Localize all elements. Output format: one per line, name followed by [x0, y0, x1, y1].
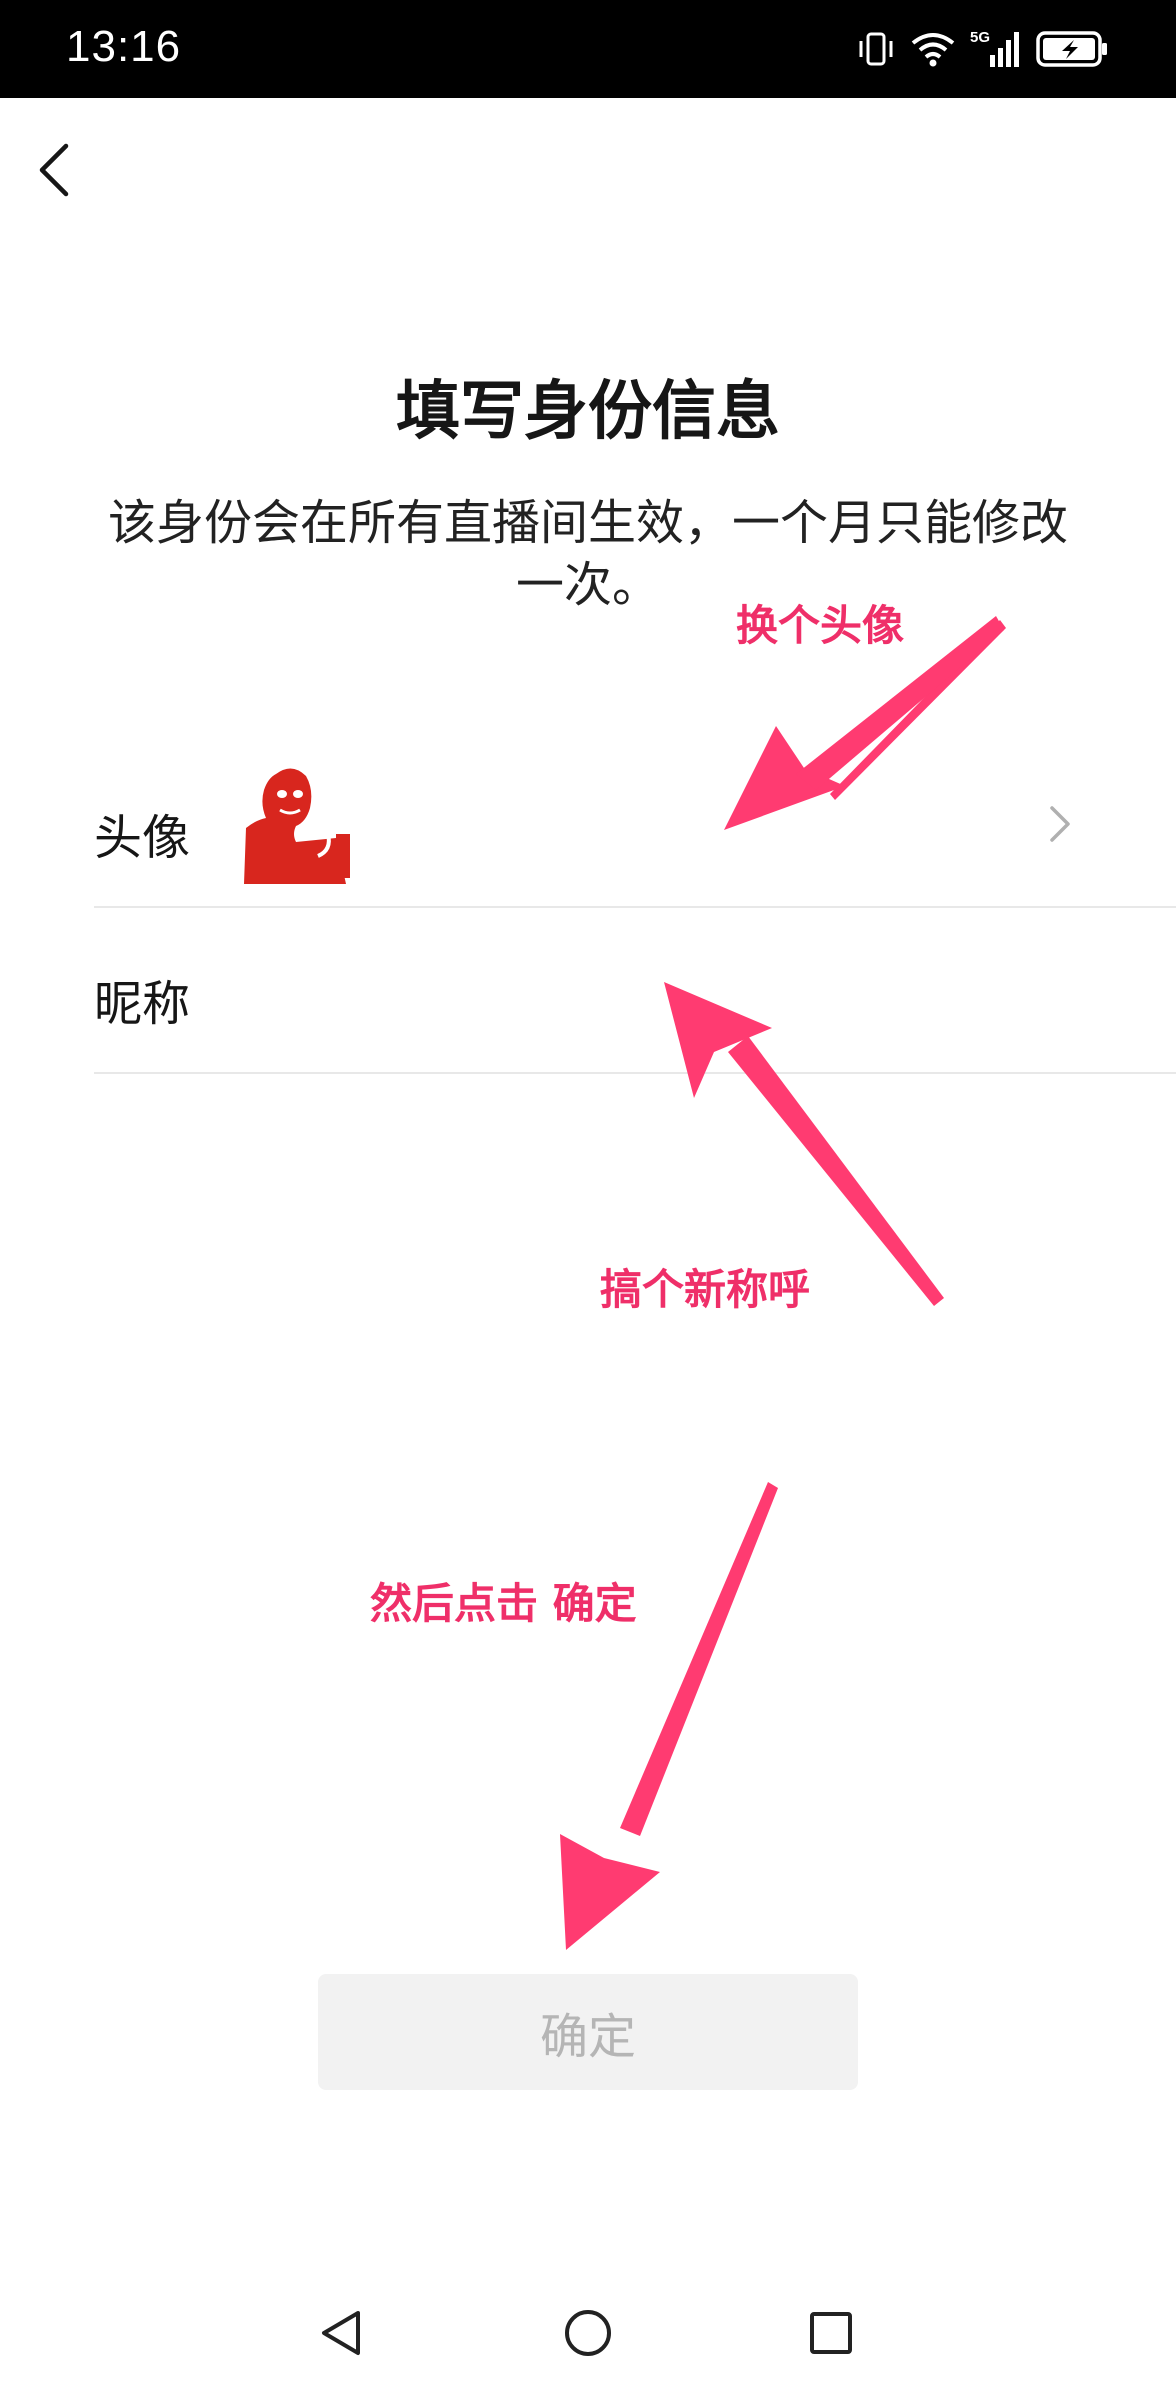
avatar-label: 头像	[94, 810, 191, 866]
avatar-row[interactable]: 头像	[94, 740, 1176, 908]
battery-charging-icon	[1036, 31, 1107, 67]
status-bar: 13:16 5G	[0, 0, 1176, 98]
page-title: 填写身份信息	[396, 375, 780, 449]
recent-square-icon	[810, 2312, 852, 2354]
nickname-row[interactable]: 昵称	[94, 908, 1176, 1074]
nav-bar	[0, 2260, 1176, 2400]
wifi-icon	[911, 33, 955, 67]
page-description: 该身份会在所有直播间生效，一个月只能修改一次。	[107, 495, 1068, 613]
arrow-shaft-confirm	[620, 1482, 778, 1836]
back-triangle-icon	[322, 2311, 360, 2355]
annotation-confirm-hint: 然后点击 确定	[370, 1579, 637, 1628]
avatar[interactable]	[236, 764, 362, 884]
vibrate-icon	[859, 32, 893, 66]
annotation-avatar-hint: 换个头像	[736, 601, 905, 650]
nav-recent-button[interactable]	[796, 2298, 866, 2368]
status-time: 13:16	[66, 22, 182, 71]
annotation-nickname-hint: 搞个新称呼	[600, 1265, 811, 1314]
nav-home-button[interactable]	[553, 2298, 623, 2368]
arrow-head-confirm	[560, 1834, 660, 1950]
back-button[interactable]	[14, 130, 94, 210]
nickname-label: 昵称	[94, 976, 191, 1032]
confirm-button[interactable]: 确定	[318, 1974, 858, 2090]
nav-back-button[interactable]	[306, 2298, 376, 2368]
home-circle-icon	[565, 2310, 611, 2356]
signal-5g-icon: 5G	[970, 29, 1022, 69]
chevron-right-icon	[1050, 806, 1070, 842]
status-icons: 5G	[856, 26, 1110, 72]
chevron-left-icon	[39, 143, 69, 197]
